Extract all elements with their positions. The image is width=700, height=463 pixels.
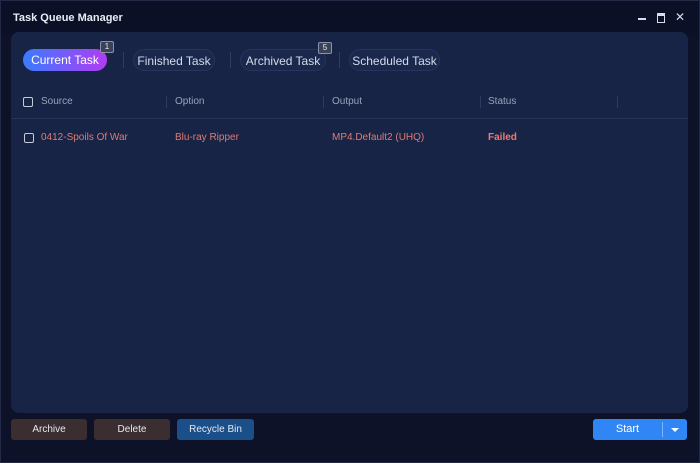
tab-divider xyxy=(339,52,340,68)
tab-label: Finished Task xyxy=(137,54,211,68)
tab-label: Scheduled Task xyxy=(352,54,437,68)
column-header-source[interactable]: Source xyxy=(41,86,73,118)
column-header-option[interactable]: Option xyxy=(175,86,204,118)
close-button[interactable]: ✕ xyxy=(673,10,687,24)
tab-count-badge: 1 xyxy=(100,41,114,53)
tab-scheduled-task[interactable]: Scheduled Task xyxy=(349,49,440,71)
column-divider xyxy=(166,96,167,108)
column-header-status[interactable]: Status xyxy=(488,86,516,118)
maximize-button[interactable] xyxy=(654,10,668,24)
tab-current-task[interactable]: Current Task 1 xyxy=(23,41,114,71)
table-row[interactable]: 0412-Spoils Of War Blu-ray Ripper MP4.De… xyxy=(11,123,688,153)
title-bar: Task Queue Manager ✕ xyxy=(1,1,699,35)
table-header: Source Option Output Status xyxy=(11,86,688,119)
archive-button[interactable]: Archive xyxy=(11,419,87,440)
row-option: Blu-ray Ripper xyxy=(175,132,239,143)
start-button[interactable]: Start xyxy=(593,419,662,440)
tab-label: Archived Task xyxy=(245,54,321,68)
chevron-down-icon xyxy=(671,428,679,432)
column-divider xyxy=(323,96,324,108)
minimize-button[interactable] xyxy=(635,10,649,24)
tab-count-badge: 5 xyxy=(318,42,332,54)
tab-divider xyxy=(123,52,124,68)
row-checkbox[interactable] xyxy=(24,133,34,143)
row-status: Failed xyxy=(488,132,517,143)
tab-label: Current Task xyxy=(31,53,99,67)
window-title: Task Queue Manager xyxy=(13,12,123,24)
start-dropdown-button[interactable] xyxy=(663,419,687,440)
row-source: 0412-Spoils Of War xyxy=(41,132,128,143)
recycle-bin-button[interactable]: Recycle Bin xyxy=(177,419,254,440)
tab-divider xyxy=(230,52,231,68)
row-output: MP4.Default2 (UHQ) xyxy=(332,132,425,143)
maximize-icon xyxy=(657,13,665,23)
column-divider xyxy=(617,96,618,108)
minimize-icon xyxy=(638,18,646,20)
start-split-button: Start xyxy=(593,419,687,440)
task-panel: Current Task 1 Finished Task Archived Ta… xyxy=(11,32,688,413)
column-divider xyxy=(480,96,481,108)
close-icon: ✕ xyxy=(674,10,686,24)
column-header-output[interactable]: Output xyxy=(332,86,362,118)
tab-archived-task[interactable]: Archived Task 5 xyxy=(240,42,332,71)
delete-button[interactable]: Delete xyxy=(94,419,170,440)
task-queue-window: Task Queue Manager ✕ Current Task 1 Fini… xyxy=(0,0,700,463)
tab-finished-task[interactable]: Finished Task xyxy=(133,49,215,71)
select-all-checkbox[interactable] xyxy=(23,97,33,107)
